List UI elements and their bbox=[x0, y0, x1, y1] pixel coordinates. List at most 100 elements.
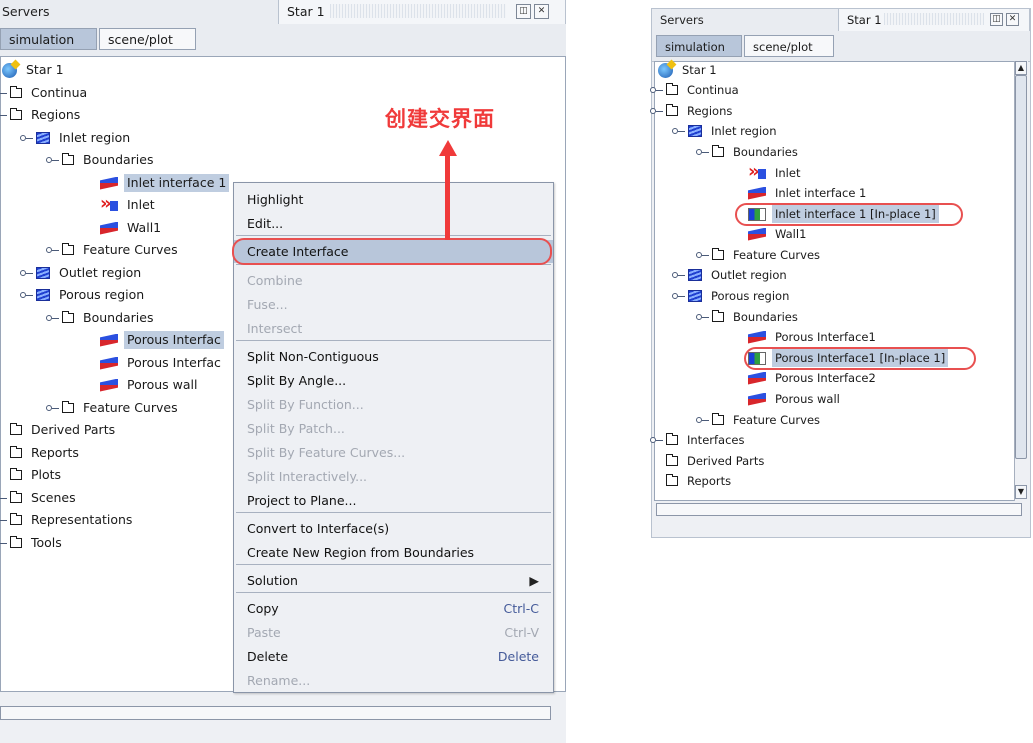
tree-item[interactable]: Derived Parts bbox=[0, 420, 118, 440]
tree-item[interactable]: Porous region bbox=[672, 286, 792, 306]
tree-item[interactable]: Porous Interfac bbox=[84, 330, 224, 350]
tree-item[interactable]: Wall1 bbox=[732, 224, 809, 244]
right-close-icon[interactable]: ✕ bbox=[1006, 13, 1019, 26]
tree-item[interactable]: Feature Curves bbox=[46, 398, 181, 418]
tree-item[interactable]: Outlet region bbox=[672, 265, 790, 285]
tree-item[interactable]: Boundaries bbox=[46, 308, 156, 328]
tree-item-label: Feature Curves bbox=[733, 413, 821, 427]
tree-item[interactable]: Boundaries bbox=[696, 142, 801, 162]
tree-item[interactable]: Boundaries bbox=[696, 307, 801, 327]
tree-item[interactable]: Reports bbox=[650, 471, 734, 491]
expand-toggle-icon[interactable] bbox=[672, 270, 686, 280]
expand-toggle-icon[interactable] bbox=[696, 250, 710, 260]
tree-item[interactable]: Inlet interface 1 bbox=[84, 173, 230, 193]
right-servers-tab[interactable]: Servers bbox=[660, 13, 704, 27]
tree-item[interactable]: Continua bbox=[0, 83, 90, 103]
tree-item[interactable]: Inlet region bbox=[672, 121, 780, 141]
tree-item[interactable]: Continua bbox=[650, 80, 742, 100]
scroll-thumb[interactable] bbox=[1015, 75, 1027, 459]
right-tab-scene-plot[interactable]: scene/plot bbox=[744, 35, 834, 57]
tree-item[interactable]: Feature Curves bbox=[696, 245, 823, 265]
menu-item-split-by-feature-curves[interactable]: Split By Feature Curves... bbox=[234, 441, 553, 464]
restore-icon[interactable]: ◫ bbox=[516, 4, 531, 19]
tree-item[interactable]: Regions bbox=[650, 101, 735, 121]
tree-item[interactable]: Inlet interface 1 bbox=[732, 183, 869, 203]
menu-item-copy[interactable]: Copy Ctrl-C bbox=[234, 597, 553, 620]
right-vertical-scrollbar[interactable]: ▲ ▼ bbox=[1014, 61, 1028, 501]
servers-tab[interactable]: Servers bbox=[2, 4, 50, 19]
menu-item-delete[interactable]: Delete Delete bbox=[234, 645, 553, 668]
expand-toggle-icon[interactable] bbox=[0, 493, 8, 503]
tree-item[interactable]: Porous region bbox=[20, 285, 147, 305]
tree-item[interactable]: Plots bbox=[0, 465, 64, 485]
expand-toggle-icon[interactable] bbox=[46, 155, 60, 165]
menu-item-create-new-region-from-boundaries[interactable]: Create New Region from Boundaries bbox=[234, 541, 553, 564]
tab-scene-plot[interactable]: scene/plot bbox=[99, 28, 196, 50]
expand-toggle-icon[interactable] bbox=[46, 403, 60, 413]
menu-item-convert-to-interface-s[interactable]: Convert to Interface(s) bbox=[234, 517, 553, 540]
expand-toggle-icon[interactable] bbox=[20, 268, 34, 278]
expand-toggle-icon[interactable] bbox=[672, 291, 686, 301]
tree-item[interactable]: Porous Interface2 bbox=[732, 368, 879, 388]
tree-item[interactable]: Wall1 bbox=[84, 218, 164, 238]
menu-item-rename[interactable]: Rename... bbox=[234, 669, 553, 692]
right-restore-icon[interactable]: ◫ bbox=[990, 13, 1003, 26]
scroll-up-arrow-icon[interactable]: ▲ bbox=[1015, 61, 1027, 75]
menu-item-split-non-contiguous[interactable]: Split Non-Contiguous bbox=[234, 345, 553, 368]
tree-item[interactable]: Porous Interface1 bbox=[732, 327, 879, 347]
expand-toggle-icon[interactable] bbox=[46, 313, 60, 323]
tree-item[interactable]: Outlet region bbox=[20, 263, 144, 283]
expand-toggle-icon[interactable] bbox=[650, 106, 664, 116]
menu-item-intersect[interactable]: Intersect bbox=[234, 317, 553, 340]
tree-item[interactable]: Scenes bbox=[0, 488, 79, 508]
tree-item[interactable]: Feature Curves bbox=[696, 410, 823, 430]
tree-item[interactable]: Interfaces bbox=[650, 430, 747, 450]
tree-item[interactable]: Inlet region bbox=[20, 128, 133, 148]
tree-item[interactable]: Star 1 bbox=[642, 60, 720, 80]
tree-item[interactable]: Representations bbox=[0, 510, 135, 530]
expand-toggle-icon[interactable] bbox=[696, 147, 710, 157]
tree-item[interactable]: Regions bbox=[0, 105, 83, 125]
tree-item[interactable]: Tools bbox=[0, 533, 65, 553]
tree-item[interactable]: Boundaries bbox=[46, 150, 156, 170]
expand-toggle-icon[interactable] bbox=[46, 245, 60, 255]
expand-toggle-icon[interactable] bbox=[0, 538, 8, 548]
expand-toggle-icon[interactable] bbox=[0, 88, 8, 98]
expand-toggle-icon[interactable] bbox=[696, 415, 710, 425]
tree-item[interactable]: Feature Curves bbox=[46, 240, 181, 260]
tree-item[interactable]: Porous wall bbox=[732, 389, 843, 409]
right-horizontal-scrollbar[interactable] bbox=[656, 503, 1022, 516]
scroll-down-arrow-icon[interactable]: ▼ bbox=[1015, 485, 1027, 499]
expand-toggle-icon[interactable] bbox=[20, 133, 34, 143]
expand-toggle-icon[interactable] bbox=[0, 110, 8, 120]
right-tab-simulation[interactable]: simulation bbox=[656, 35, 742, 57]
region-icon bbox=[36, 132, 50, 144]
menu-item-edit[interactable]: Edit... bbox=[234, 212, 553, 235]
expand-toggle-icon[interactable] bbox=[0, 515, 8, 525]
menu-item-highlight[interactable]: Highlight bbox=[234, 188, 553, 211]
menu-item-split-interactively[interactable]: Split Interactively... bbox=[234, 465, 553, 488]
menu-item-project-to-plane[interactable]: Project to Plane... bbox=[234, 489, 553, 512]
expand-toggle-icon[interactable] bbox=[650, 435, 664, 445]
menu-item-solution[interactable]: Solution ▶ bbox=[234, 569, 553, 592]
expand-toggle-icon[interactable] bbox=[696, 312, 710, 322]
expand-toggle-icon[interactable] bbox=[650, 85, 664, 95]
close-icon[interactable]: ✕ bbox=[534, 4, 549, 19]
tree-item[interactable]: Star 1 bbox=[0, 60, 67, 80]
tree-item[interactable]: Reports bbox=[0, 443, 82, 463]
expand-toggle-icon[interactable] bbox=[20, 290, 34, 300]
menu-item-combine[interactable]: Combine bbox=[234, 269, 553, 292]
left-horizontal-scrollbar[interactable] bbox=[0, 706, 551, 720]
menu-item-split-by-angle[interactable]: Split By Angle... bbox=[234, 369, 553, 392]
tab-simulation[interactable]: simulation bbox=[0, 28, 97, 50]
tree-item[interactable]: Inlet bbox=[84, 193, 158, 215]
menu-item-fuse[interactable]: Fuse... bbox=[234, 293, 553, 316]
tree-item[interactable]: Porous wall bbox=[84, 375, 201, 395]
expand-toggle-icon[interactable] bbox=[672, 126, 686, 136]
menu-item-split-by-function[interactable]: Split By Function... bbox=[234, 393, 553, 416]
menu-item-split-by-patch[interactable]: Split By Patch... bbox=[234, 417, 553, 440]
tree-item[interactable]: Inlet bbox=[732, 161, 803, 183]
tree-item[interactable]: Porous Interfac bbox=[84, 353, 224, 373]
menu-item-paste[interactable]: Paste Ctrl-V bbox=[234, 621, 553, 644]
tree-item[interactable]: Derived Parts bbox=[650, 451, 767, 471]
